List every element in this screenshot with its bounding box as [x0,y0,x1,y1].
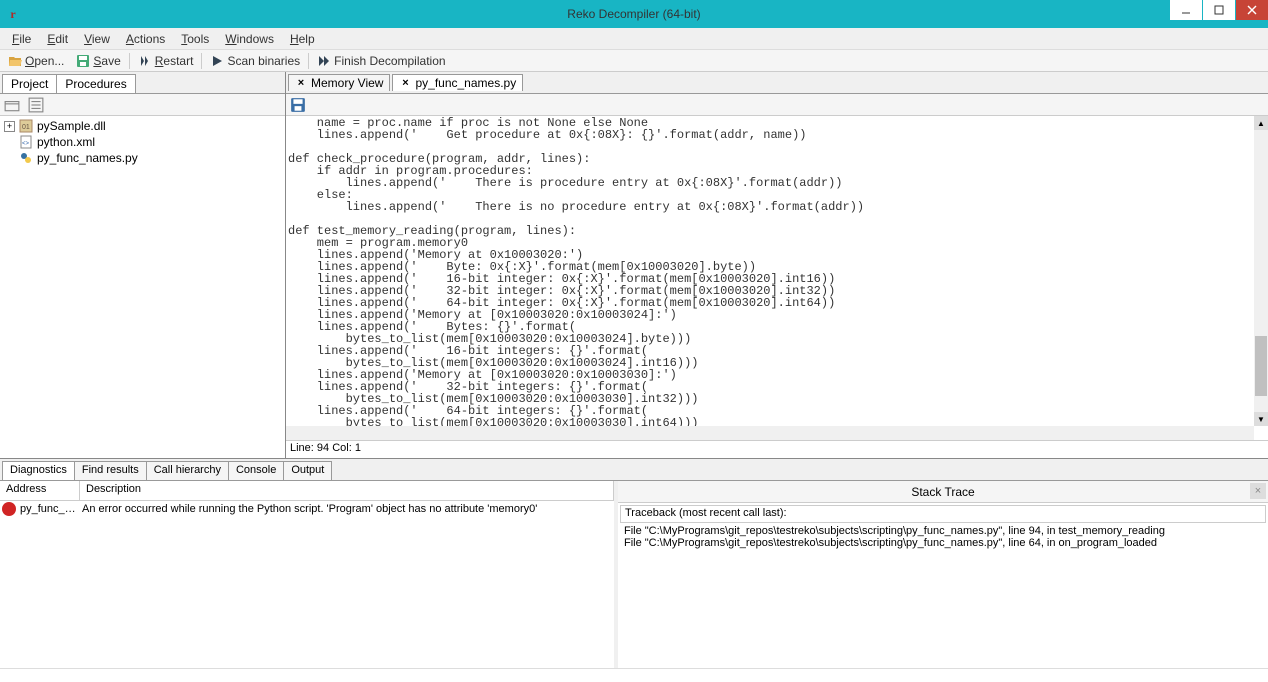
open-button[interactable]: Open... [2,53,70,69]
bottom-tabs: Diagnostics Find results Call hierarchy … [0,459,1268,481]
play-icon [210,54,224,68]
finish-decompilation-button[interactable]: Finish Decompilation [311,53,451,69]
tree-item-py[interactable]: py_func_names.py [2,150,283,166]
restart-icon [138,54,152,68]
tab-call-hierarchy[interactable]: Call hierarchy [146,461,229,480]
stack-trace-title: Stack Trace [911,485,974,499]
diagnostics-header: Address Description [0,481,614,501]
project-tabs: Project Procedures [0,72,285,94]
menu-edit[interactable]: Edit [39,30,76,48]
save-button[interactable]: Save [70,53,126,69]
editor-panel: × Memory View × py_func_names.py name = … [286,72,1268,458]
editor-tabs: × Memory View × py_func_names.py [286,72,1268,94]
menubar: File Edit View Actions Tools Windows Hel… [0,28,1268,50]
tab-label: py_func_names.py [415,76,516,90]
menu-help[interactable]: Help [282,30,323,48]
col-description[interactable]: Description [80,481,614,500]
tree-item-xml[interactable]: <> python.xml [2,134,283,150]
col-address[interactable]: Address [0,481,80,500]
stack-trace-titlebar: Stack Trace × [618,481,1268,503]
menu-file[interactable]: File [4,30,39,48]
project-toolbar [0,94,285,116]
app-statusbar [0,668,1268,682]
diagnostic-row[interactable]: py_func_na... An error occurred while ru… [0,501,614,517]
collapse-icon[interactable] [4,97,20,113]
panel-close-button[interactable]: × [1250,483,1266,499]
tab-output[interactable]: Output [283,461,332,480]
binary-file-icon: 01 [19,119,33,133]
menu-actions[interactable]: Actions [118,30,173,48]
bottom-panel: Diagnostics Find results Call hierarchy … [0,458,1268,668]
scan-binaries-button[interactable]: Scan binaries [204,53,306,69]
project-tree[interactable]: + 01 pySample.dll <> python.xml py_func_… [0,116,285,458]
tab-procedures[interactable]: Procedures [56,74,135,93]
tab-close-icon[interactable]: × [295,77,307,89]
stack-frame[interactable]: File "C:\MyPrograms\git_repos\testreko\s… [624,537,1262,549]
project-panel: Project Procedures + 01 pySample.dll <> … [0,72,286,458]
vertical-scrollbar[interactable]: ▲ ▼ [1254,116,1268,426]
scroll-down-icon[interactable]: ▼ [1254,412,1268,426]
tab-project[interactable]: Project [2,74,57,93]
stack-frame[interactable]: File "C:\MyPrograms\git_repos\testreko\s… [624,525,1262,537]
stack-trace-panel: Stack Trace × Traceback (most recent cal… [618,481,1268,668]
editor-toolbar [286,94,1268,116]
properties-icon[interactable] [28,97,44,113]
toolbar-separator [308,53,309,69]
scroll-thumb[interactable] [1255,336,1267,396]
tree-item-label: py_func_names.py [37,151,138,165]
folder-open-icon [8,54,22,68]
error-icon [2,502,16,516]
stack-trace-header: Traceback (most recent call last): [620,505,1266,523]
diagnostics-panel: Address Description py_func_na... An err… [0,481,618,668]
maximize-button[interactable] [1203,0,1235,20]
titlebar: r Reko Decompiler (64-bit) [0,0,1268,28]
close-button[interactable] [1236,0,1268,20]
minimize-button[interactable] [1170,0,1202,20]
toolbar-separator [201,53,202,69]
tab-diagnostics[interactable]: Diagnostics [2,461,75,480]
save-file-button[interactable] [290,97,306,113]
horizontal-scrollbar[interactable] [286,426,1254,440]
tree-expander-icon[interactable]: + [4,121,15,132]
diag-description: An error occurred while running the Pyth… [82,503,612,515]
tree-item-label: python.xml [37,135,95,149]
app-title: Reko Decompiler (64-bit) [567,7,700,21]
app-icon: r [4,5,22,23]
tab-py-func-names[interactable]: × py_func_names.py [392,74,523,91]
code-editor[interactable]: name = proc.name if proc is not None els… [286,116,1254,426]
fast-forward-icon [317,54,331,68]
scroll-up-icon[interactable]: ▲ [1254,116,1268,130]
save-icon [76,54,90,68]
tree-item-dll[interactable]: + 01 pySample.dll [2,118,283,134]
main-area: Project Procedures + 01 pySample.dll <> … [0,72,1268,458]
tab-find-results[interactable]: Find results [74,461,147,480]
svg-text:<>: <> [22,141,30,147]
stack-trace-body[interactable]: File "C:\MyPrograms\git_repos\testreko\s… [620,525,1266,666]
tab-close-icon[interactable]: × [399,77,411,89]
python-file-icon [19,151,33,165]
tree-item-label: pySample.dll [37,119,106,133]
menu-windows[interactable]: Windows [217,30,282,48]
diag-address: py_func_na... [20,503,78,515]
tab-memory-view[interactable]: × Memory View [288,74,390,91]
menu-tools[interactable]: Tools [173,30,217,48]
diagnostics-rows[interactable]: py_func_na... An error occurred while ru… [0,501,614,668]
menu-view[interactable]: View [76,30,118,48]
editor-statusbar: Line: 94 Col: 1 [286,440,1268,458]
xml-file-icon: <> [19,135,33,149]
toolbar-separator [129,53,130,69]
svg-text:01: 01 [22,124,30,131]
bottom-content: Address Description py_func_na... An err… [0,481,1268,668]
tab-console[interactable]: Console [228,461,284,480]
tab-label: Memory View [311,76,383,90]
toolbar: Open... Save Restart Scan binaries Finis… [0,50,1268,72]
code-area: name = proc.name if proc is not None els… [286,116,1268,440]
restart-button[interactable]: Restart [132,53,200,69]
